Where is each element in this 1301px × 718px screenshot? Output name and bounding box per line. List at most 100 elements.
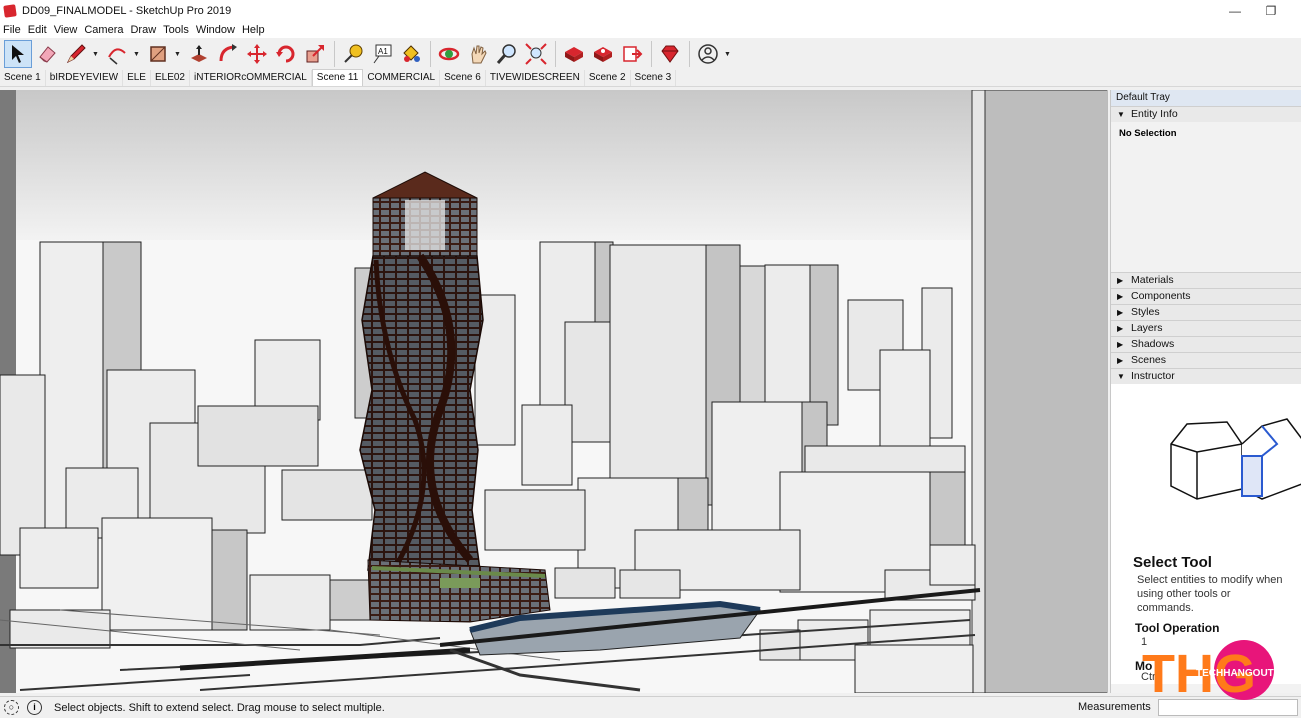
panel-header-materials[interactable]: ▶ Materials: [1111, 272, 1301, 288]
pan-tool-button[interactable]: [464, 40, 492, 68]
tab-scene-3[interactable]: Scene 3: [631, 70, 677, 86]
default-tray: Default Tray ▼ Entity Info No Selection …: [1110, 90, 1301, 693]
line-dropdown-icon[interactable]: ▼: [91, 40, 100, 68]
paint-bucket-tool-button[interactable]: [397, 40, 425, 68]
pencil-line-icon: [66, 44, 86, 64]
panel-label: Instructor: [1131, 370, 1175, 382]
scene-tabs: Scene 1 bIRDEYEVIEW ELE ELE02 iNTERIORcO…: [0, 69, 1301, 87]
layout-send-icon: [623, 46, 643, 62]
tab-scene-6[interactable]: Scene 6: [440, 70, 486, 86]
text-icon: A1: [373, 44, 392, 64]
zoom-tool-button[interactable]: [493, 40, 521, 68]
techhangout-logo-icon: THG TECHHANGOUT: [1142, 640, 1274, 704]
line-tool-button[interactable]: [62, 40, 90, 68]
text-tool-button[interactable]: A1: [368, 40, 396, 68]
title-bar: DD09_FINALMODEL - SketchUp Pro 2019 — ❐: [0, 0, 1301, 21]
collapse-triangle-icon: ▼: [1117, 110, 1125, 119]
menu-camera[interactable]: Camera: [81, 24, 127, 36]
arc-dropdown-icon[interactable]: ▼: [132, 40, 141, 68]
panel-header-instructor[interactable]: ▼ Instructor: [1111, 368, 1301, 384]
account-dropdown-icon[interactable]: ▼: [723, 40, 732, 68]
panel-label: Styles: [1131, 306, 1160, 318]
tape-measure-tool-button[interactable]: [339, 40, 367, 68]
panel-label: Entity Info: [1131, 108, 1178, 120]
panel-header-scenes[interactable]: ▶ Scenes: [1111, 352, 1301, 368]
menu-bar: File Edit View Camera Draw Tools Window …: [0, 21, 1301, 38]
panel-label: Materials: [1131, 274, 1174, 286]
geo-location-icon[interactable]: ○: [4, 700, 19, 715]
menu-window[interactable]: Window: [193, 24, 239, 36]
arc-tool-button[interactable]: [103, 40, 131, 68]
model-viewport[interactable]: [0, 90, 1108, 693]
menu-help[interactable]: Help: [239, 24, 269, 36]
instructor-body: Select Tool Select entities to modify wh…: [1111, 384, 1301, 684]
sketchup-window: DD09_FINALMODEL - SketchUp Pro 2019 — ❐ …: [0, 0, 1301, 718]
panel-header-styles[interactable]: ▶ Styles: [1111, 304, 1301, 320]
sketchup-logo-icon: [3, 3, 17, 18]
tab-scene-2[interactable]: Scene 2: [585, 70, 631, 86]
menu-edit[interactable]: Edit: [25, 24, 51, 36]
tab-ele[interactable]: ELE: [123, 70, 151, 86]
panel-header-entity-info[interactable]: ▼ Entity Info: [1111, 106, 1301, 122]
tray-title: Default Tray: [1111, 90, 1301, 106]
scale-icon: [306, 45, 324, 63]
rectangle-dropdown-icon[interactable]: ▼: [173, 40, 182, 68]
eraser-tool-button[interactable]: [33, 40, 61, 68]
expand-triangle-icon: ▶: [1117, 276, 1124, 285]
tab-ele02[interactable]: ELE02: [151, 70, 190, 86]
panel-label: Layers: [1131, 322, 1163, 334]
extension-manager-button[interactable]: [656, 40, 684, 68]
tab-tivewidescreen[interactable]: TIVEWIDESCREEN: [486, 70, 585, 86]
expand-triangle-icon: ▶: [1117, 356, 1124, 365]
eraser-icon: [39, 46, 56, 63]
tab-birdeyeview[interactable]: bIRDEYEVIEW: [46, 70, 124, 86]
pan-icon: [471, 45, 487, 64]
tab-scene-11[interactable]: Scene 11: [311, 69, 364, 86]
zoom-extents-tool-button[interactable]: [522, 40, 550, 68]
tab-scene-1[interactable]: Scene 1: [0, 70, 46, 86]
instructor-operation-heading: Tool Operation: [1135, 621, 1220, 635]
panel-label: Scenes: [1131, 354, 1167, 366]
logo-brand: TECHHANGOUT: [1196, 668, 1274, 679]
menu-tools[interactable]: Tools: [160, 24, 193, 36]
scale-tool-button[interactable]: [301, 40, 329, 68]
move-tool-button[interactable]: [243, 40, 271, 68]
follow-me-tool-button[interactable]: [214, 40, 242, 68]
menu-view[interactable]: View: [51, 24, 82, 36]
extension-warehouse-button[interactable]: [589, 40, 617, 68]
push-pull-tool-button[interactable]: [185, 40, 213, 68]
rotate-tool-button[interactable]: [272, 40, 300, 68]
panel-header-shadows[interactable]: ▶ Shadows: [1111, 336, 1301, 352]
tab-commercial[interactable]: COMMERCIAL: [363, 70, 441, 86]
selection-status: No Selection: [1119, 128, 1177, 139]
tab-interior-commercial[interactable]: iNTERIORcOMMERCIAL: [190, 70, 312, 86]
zoom-extents-icon: [525, 43, 547, 65]
push-pull-icon: [191, 45, 207, 62]
panel-header-components[interactable]: ▶ Components: [1111, 288, 1301, 304]
select-tool-illustration: [1170, 418, 1301, 500]
select-tool-button[interactable]: [4, 40, 32, 68]
send-to-layout-button[interactable]: [618, 40, 646, 68]
tape-measure-icon: [344, 44, 363, 63]
techhangout-watermark: THG TECHHANGOUT: [1140, 640, 1280, 704]
info-icon[interactable]: i: [27, 700, 42, 715]
expand-triangle-icon: ▶: [1117, 324, 1124, 333]
3d-warehouse-button[interactable]: [560, 40, 588, 68]
account-button[interactable]: [694, 40, 722, 68]
toolbar-separator: [651, 41, 652, 67]
collapse-triangle-icon: ▼: [1117, 372, 1125, 381]
entity-info-body: No Selection: [1111, 122, 1301, 272]
rotate-icon: [276, 45, 295, 63]
menu-draw[interactable]: Draw: [127, 24, 160, 36]
orbit-tool-button[interactable]: [435, 40, 463, 68]
orbit-icon: [438, 47, 460, 61]
menu-file[interactable]: File: [0, 24, 25, 36]
panel-header-layers[interactable]: ▶ Layers: [1111, 320, 1301, 336]
city-model-scene: [0, 90, 1107, 693]
toolbar-separator: [689, 41, 690, 67]
status-bar: ○ i Select objects. Shift to extend sele…: [0, 696, 1301, 718]
instructor-description: Select entities to modify when using oth…: [1137, 574, 1283, 614]
rectangle-tool-button[interactable]: [144, 40, 172, 68]
restore-button[interactable]: ❐: [1248, 0, 1294, 21]
status-message: Select objects. Shift to extend select. …: [54, 701, 385, 714]
